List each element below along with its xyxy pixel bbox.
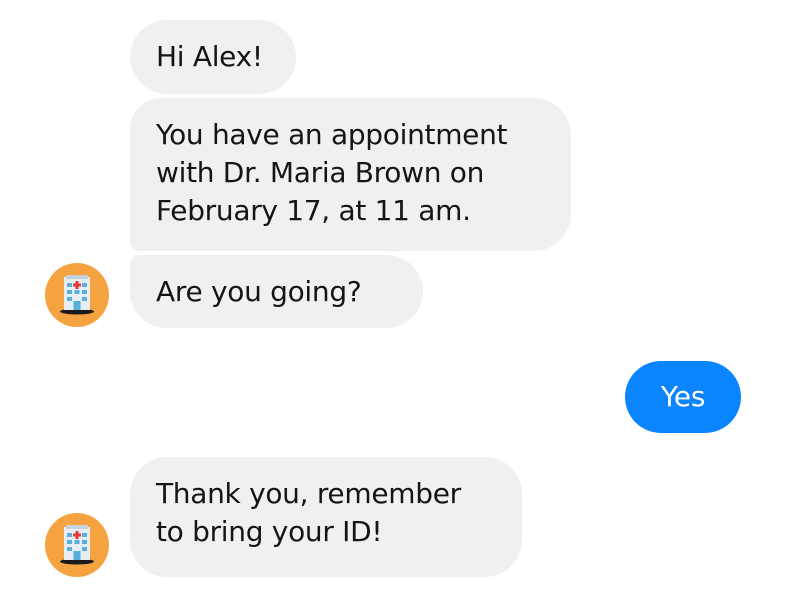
bot-avatar [45, 513, 109, 577]
message-line: with Dr. Maria Brown on [156, 156, 485, 189]
user-message-reply: Yes [625, 361, 741, 433]
bot-message-greeting: Hi Alex! [130, 20, 296, 94]
hospital-icon [60, 275, 94, 315]
bot-message-reminder: Thank you, remember to bring your ID! [130, 457, 522, 577]
bot-avatar [45, 263, 109, 327]
message-line: Are you going? [156, 275, 362, 308]
bot-message-appointment: You have an appointment with Dr. Maria B… [130, 98, 571, 251]
message-line: Yes [660, 380, 706, 413]
message-line: You have an appointment [156, 118, 508, 151]
message-line: February 17, at 11 am. [156, 194, 471, 227]
bot-message-question: Are you going? [130, 255, 423, 328]
hospital-icon [60, 525, 94, 565]
message-line: to bring your ID! [156, 515, 383, 548]
message-line: Thank you, remember [156, 477, 461, 510]
message-line: Hi Alex! [156, 40, 263, 73]
